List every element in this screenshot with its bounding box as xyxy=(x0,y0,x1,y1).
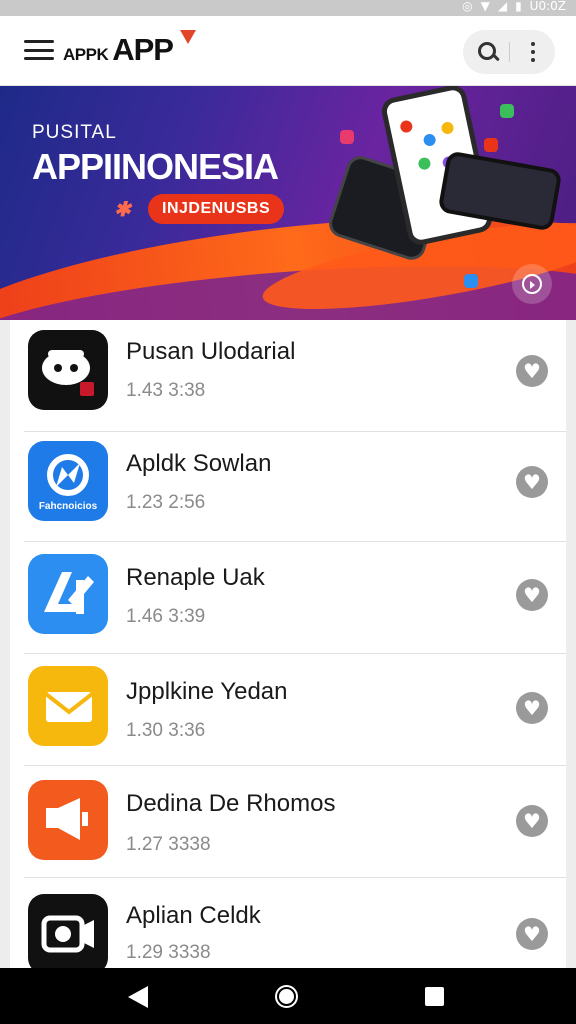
menu-icon[interactable] xyxy=(24,38,54,62)
app-name: Dedina De Rhomos xyxy=(126,790,336,817)
compass-icon: Fahcnoicios xyxy=(28,441,108,521)
favorite-icon[interactable] xyxy=(516,692,548,724)
banner-subtitle: PUSITAL xyxy=(32,122,117,143)
robot-icon xyxy=(28,330,108,410)
app-meta: 1.46 3:39 xyxy=(126,606,206,627)
list-item[interactable]: Renaple Uak 1.46 3:39 xyxy=(10,542,566,654)
signal-icon: ◢ xyxy=(497,0,508,13)
pill-divider xyxy=(509,42,510,62)
back-icon[interactable] xyxy=(128,986,148,1008)
location-icon: ◎ xyxy=(462,0,473,13)
app-list: Pusan Ulodarial 1.43 3:38 Fahcnoicios Ap… xyxy=(10,320,566,968)
logo-big-text: APP xyxy=(112,32,174,67)
list-item[interactable]: Jpplkine Yedan 1.30 3:36 xyxy=(10,654,566,766)
logo-mark-icon xyxy=(180,30,196,44)
app-name: Pusan Ulodarial xyxy=(126,338,296,365)
app-name: Aplian Celdk xyxy=(126,902,261,929)
banner-title: APPIINONESIA xyxy=(32,146,279,187)
a-letter-icon xyxy=(28,554,108,634)
list-item[interactable]: Aplian Celdk 1.29 3338 xyxy=(10,878,566,968)
floating-app-icon xyxy=(340,130,354,144)
app-name: Renaple Uak xyxy=(126,564,265,591)
app-meta: 1.43 3:38 xyxy=(126,380,206,401)
list-item[interactable]: Fahcnoicios Apldk Sowlan 1.23 2:56 xyxy=(10,430,566,542)
mail-icon xyxy=(28,666,108,746)
more-vert-icon[interactable] xyxy=(519,36,547,68)
favorite-icon[interactable] xyxy=(516,805,548,837)
status-time: U0:0Z xyxy=(529,0,566,13)
app-meta: 1.27 3338 xyxy=(126,834,211,855)
search-icon[interactable] xyxy=(471,36,503,68)
status-bar: ◎ ▼ ◢ ▮ U0:0Z xyxy=(0,0,576,16)
favorite-icon[interactable] xyxy=(516,466,548,498)
app-bar: APPK APP xyxy=(0,16,576,86)
list-item[interactable]: Dedina De Rhomos 1.27 3338 xyxy=(10,766,566,878)
favorite-icon[interactable] xyxy=(516,579,548,611)
action-pill xyxy=(463,30,555,74)
home-icon[interactable] xyxy=(275,985,298,1008)
system-nav-bar xyxy=(0,968,576,1024)
wifi-icon: ▼ xyxy=(480,0,490,13)
banner-mark-icon: ✱ xyxy=(114,199,131,221)
app-logo: APPK APP xyxy=(63,30,196,72)
floating-app-icon xyxy=(500,104,514,118)
app-meta: 1.23 2:56 xyxy=(126,492,206,513)
banner-pill: INJDENUSBS xyxy=(148,194,285,224)
play-circle-icon[interactable] xyxy=(512,264,552,304)
favorite-icon[interactable] xyxy=(516,355,548,387)
battery-icon: ▮ xyxy=(515,0,522,13)
app-name: Jpplkine Yedan xyxy=(126,678,288,705)
favorite-icon[interactable] xyxy=(516,918,548,950)
promo-banner[interactable]: PUSITAL APPIINONESIA ✱ INJDENUSBS xyxy=(0,86,576,320)
floating-app-icon xyxy=(464,274,478,288)
logo-small-text: APPK xyxy=(63,45,109,64)
floating-app-icon xyxy=(484,138,498,152)
recent-apps-icon[interactable] xyxy=(425,987,444,1006)
megaphone-icon xyxy=(28,780,108,860)
app-name: Apldk Sowlan xyxy=(126,450,272,477)
app-meta: 1.29 3338 xyxy=(126,942,211,963)
app-meta: 1.30 3:36 xyxy=(126,720,206,741)
app-icon-caption: Fahcnoicios xyxy=(38,501,98,512)
list-item[interactable]: Pusan Ulodarial 1.43 3:38 xyxy=(10,320,566,432)
camera-icon xyxy=(28,894,108,968)
